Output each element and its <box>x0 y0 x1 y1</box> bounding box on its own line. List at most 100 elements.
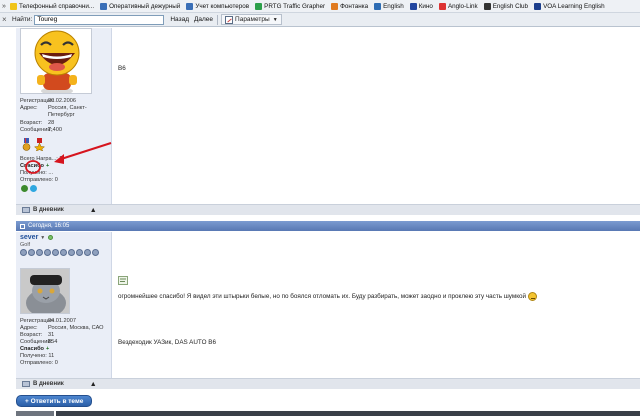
find-input[interactable] <box>34 14 165 25</box>
registration-row: Регистрация: 20.02.2006 <box>20 98 76 104</box>
page-icon <box>100 2 108 10</box>
post-1: Регистрация: 20.02.2006 Адрес: Россия, С… <box>16 28 640 215</box>
bookmark-label: English <box>383 2 404 10</box>
reputation-icon <box>44 249 51 256</box>
skype-icon[interactable] <box>30 185 37 192</box>
address-row: Адрес: Россия, Москва, САО <box>20 325 104 331</box>
post-2-date-bar: Сегодня, 16:05 <box>16 221 640 231</box>
profile-icons <box>21 185 37 192</box>
reputation-icon <box>84 249 91 256</box>
reply-button[interactable]: + Ответить в теме <box>16 395 93 407</box>
voa-icon <box>534 2 542 10</box>
bookmark-item[interactable]: Учет компьютеров <box>186 2 250 10</box>
report-icon[interactable]: ▲ <box>90 381 97 388</box>
find-options-button[interactable]: Параметры ▼ <box>221 14 282 25</box>
chevron-down-icon: ▼ <box>272 16 278 23</box>
find-forward-button[interactable]: Далее <box>194 16 213 23</box>
english-icon <box>374 2 382 10</box>
thanks-plus-button[interactable]: + <box>46 346 49 353</box>
icq-icon[interactable] <box>21 185 28 192</box>
bookmark-label: PRTG Traffic Grapher <box>264 2 326 10</box>
folder-icon <box>10 2 17 10</box>
age-row: Возраст: 31 <box>20 332 55 338</box>
received-row: Получено: 11 <box>20 353 55 359</box>
bookmarks-chevron-icon[interactable]: » <box>2 3 10 10</box>
post-1-footer: В дневник ▲ <box>16 204 640 215</box>
post-2-content: огромнейшее спасибо! Я видел эти штырьки… <box>113 232 640 378</box>
report-icon[interactable]: ▲ <box>90 207 97 214</box>
find-back-button[interactable]: Назад <box>170 16 189 23</box>
laughing-smiley-avatar-icon <box>34 30 80 93</box>
find-separator <box>217 14 219 25</box>
bookmark-label: Оперативный дежурный <box>109 2 181 10</box>
post-2-signature: Вездеходик УАЗик, DAS AUTO B6 <box>118 339 216 346</box>
user-title: Golf <box>20 242 31 248</box>
post-2-footer: В дневник ▲ <box>16 378 640 389</box>
close-find-icon[interactable]: × <box>2 15 10 24</box>
diary-button[interactable]: В дневник <box>22 381 64 387</box>
bookmark-item[interactable]: VOA Learning English <box>534 2 605 10</box>
page-icon <box>186 2 194 10</box>
reputation-row <box>16 249 111 256</box>
bookmark-item[interactable]: Кино <box>409 2 433 10</box>
post-1-content: B6 <box>113 28 640 204</box>
fontanka-icon <box>331 2 339 10</box>
smiley-icon <box>528 292 538 301</box>
post-1-text: B6 <box>118 65 126 72</box>
reputation-icon <box>76 249 83 256</box>
messages-row: Сообщений: 854 <box>20 339 58 345</box>
bookmarks-bar: » Телефонный справочни... Оперативный деж… <box>0 0 640 13</box>
bookmark-item[interactable]: Фонтанка <box>331 2 369 10</box>
post-icon <box>20 223 25 229</box>
find-label: Найти: <box>12 16 33 23</box>
kino-icon <box>409 2 417 10</box>
sent-row: Отправлено: 0 <box>20 360 58 366</box>
messages-row: Сообщений: 7,400 <box>20 127 62 133</box>
post-2-userpanel: sever ▼ Golf Регистрация: 24.01.2007 Адр… <box>16 232 112 378</box>
reputation-icon <box>52 249 59 256</box>
bookmark-item[interactable]: English <box>374 2 404 10</box>
bookmark-item[interactable]: Оперативный дежурный <box>100 2 181 10</box>
online-status-icon <box>48 235 54 240</box>
thanks-row: Спасибо + <box>20 346 50 353</box>
bookmark-item[interactable]: Anglo-Link <box>438 2 478 10</box>
avatar <box>20 28 92 94</box>
bookmark-label: Кино <box>418 2 433 10</box>
bookmark-label: Учет компьютеров <box>195 2 250 10</box>
bottom-strip <box>56 411 640 416</box>
diary-button[interactable]: В дневник <box>22 207 64 213</box>
reputation-icon <box>60 249 67 256</box>
anglo-icon <box>438 2 446 10</box>
reputation-icon <box>20 249 27 256</box>
bookmark-item[interactable]: PRTG Traffic Grapher <box>255 2 326 10</box>
cat-avatar-icon <box>21 269 69 313</box>
bookmark-label: English Club <box>492 2 529 10</box>
registration-row: Регистрация: 24.01.2007 <box>20 318 76 324</box>
find-options-label: Параметры <box>235 16 270 23</box>
bookmark-label: Фонтанка <box>340 2 369 10</box>
reputation-icon <box>68 249 75 256</box>
bookmark-label: Телефонный справочни... <box>19 2 95 10</box>
forum-page: Регистрация: 20.02.2006 Адрес: Россия, С… <box>0 28 640 417</box>
user-menu-chevron-icon[interactable]: ▼ <box>40 235 45 241</box>
post-1-userpanel: Регистрация: 20.02.2006 Адрес: Россия, С… <box>16 28 112 204</box>
bookmark-label: Anglo-Link <box>447 2 478 10</box>
bookmark-item[interactable]: English Club <box>483 2 529 10</box>
bottom-strip-left <box>16 411 54 416</box>
diary-icon <box>22 207 30 213</box>
post-2-text: огромнейшее спасибо! Я видел эти штырьки… <box>118 292 538 301</box>
options-icon <box>225 15 234 24</box>
post-2: sever ▼ Golf Регистрация: 24.01.2007 Адр… <box>16 232 640 396</box>
address-row: Адрес: Россия, Санкт-Петербург <box>20 105 87 118</box>
club-icon <box>483 2 491 10</box>
avatar <box>20 268 70 314</box>
username[interactable]: sever ▼ <box>16 234 111 241</box>
reputation-icon <box>28 249 35 256</box>
bookmark-item[interactable]: Телефонный справочни... <box>10 2 95 10</box>
age-row: Возраст: 28 <box>20 120 55 126</box>
prtg-icon <box>255 2 263 10</box>
find-bar: × Найти: Назад Далее Параметры ▼ <box>0 13 640 27</box>
post-type-icon <box>118 276 128 285</box>
reputation-icon <box>36 249 43 256</box>
reputation-icon <box>92 249 99 256</box>
